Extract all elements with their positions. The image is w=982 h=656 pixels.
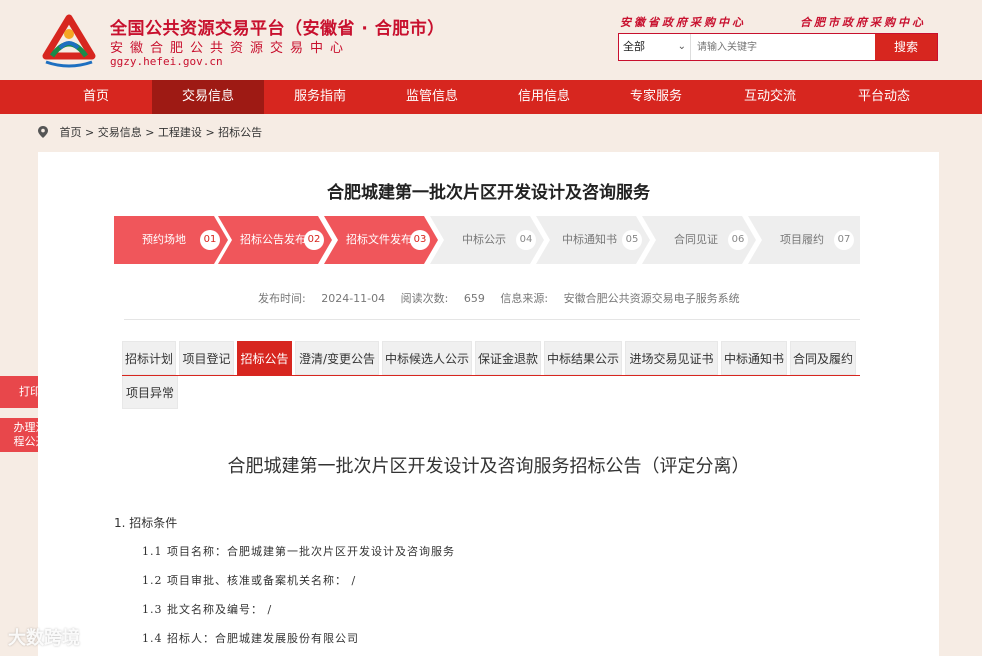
site-header: 全国公共资源交易平台（安徽省 · 合肥市） 安徽合肥公共资源交易中心 ggzy.… (0, 0, 982, 80)
step-1: 预约场地 01 (114, 216, 228, 264)
views-label: 阅读次数: (400, 292, 449, 305)
nav-supervision[interactable]: 监管信息 (376, 80, 488, 114)
article-meta: 发布时间: 2024-11-04 阅读次数: 659 信息来源: 安徽合肥公共资… (258, 290, 752, 306)
step-number: 02 (304, 230, 324, 250)
step-label: 预约场地 (142, 233, 186, 246)
nav-interaction[interactable]: 互动交流 (712, 80, 828, 114)
tab-candidates[interactable]: 中标候选人公示 (382, 341, 472, 375)
document-title: 合肥城建第一批次片区开发设计及咨询服务招标公告（评定分离） (227, 456, 750, 477)
step-number: 03 (410, 230, 430, 250)
tab-result[interactable]: 中标结果公示 (544, 341, 622, 375)
breadcrumb: 首页 > 交易信息 > 工程建设 > 招标公告 (38, 124, 262, 142)
nav-trade-info[interactable]: 交易信息 (152, 80, 264, 114)
list-item: 1.4 招标人：合肥城建发展股份有限公司 (142, 632, 359, 645)
tab-award-notice[interactable]: 中标通知书 (721, 341, 787, 375)
step-label: 招标文件发布 (346, 233, 412, 246)
site-subtitle: 安徽合肥公共资源交易中心 (110, 41, 351, 56)
publish-time-value: 2024-11-04 (321, 292, 386, 305)
breadcrumb-current: 招标公告 (218, 126, 263, 139)
watermark: 大数跨境 (8, 628, 80, 649)
search-input[interactable] (691, 34, 876, 60)
breadcrumb-home[interactable]: 首页 (60, 126, 82, 139)
source-label: 信息来源: (500, 292, 549, 305)
search-scope-select[interactable]: 全部 ⌄ (619, 34, 691, 60)
list-item: 1.2 项目审批、核准或备案机关名称： / (142, 574, 357, 587)
nav-platform-news[interactable]: 平台动态 (828, 80, 940, 114)
project-title: 合肥城建第一批次片区开发设计及咨询服务 (327, 183, 650, 203)
source-value: 安徽合肥公共资源交易电子服务系统 (563, 292, 740, 305)
search-button[interactable]: 搜索 (875, 34, 937, 60)
publish-time-label: 发布时间: (258, 292, 306, 305)
link-province-procurement[interactable]: 安徽省政府采购中心 (620, 14, 746, 30)
step-number: 06 (728, 230, 748, 250)
step-label: 中标公示 (462, 233, 506, 246)
site-url: ggzy.hefei.gov.cn (110, 55, 223, 68)
tabs-underline (122, 375, 860, 376)
breadcrumb-sep: > (145, 126, 158, 139)
site-logo-icon[interactable] (40, 12, 98, 70)
section-heading: 1. 招标条件 (114, 516, 178, 530)
list-item: 1.3 批文名称及编号： / (142, 603, 273, 616)
process-steps: 预约场地 01 招标公告发布 02 招标文件发布 03 中标公示 04 中标通知… (114, 216, 860, 264)
main-nav: 首页 交易信息 服务指南 监管信息 信用信息 专家服务 互动交流 平台动态 (0, 80, 982, 114)
step-number: 01 (200, 230, 220, 250)
nav-credit[interactable]: 信用信息 (488, 80, 600, 114)
search-bar: 全部 ⌄ 搜索 (618, 33, 938, 61)
step-3: 招标文件发布 03 (324, 216, 438, 264)
tab-bid-announcement[interactable]: 招标公告 (237, 341, 292, 375)
breadcrumb-sep: > (205, 126, 219, 139)
nav-home[interactable]: 首页 (40, 80, 152, 114)
list-item: 1.1 项目名称：合肥城建第一批次片区开发设计及咨询服务 (142, 545, 455, 558)
tab-project-registration[interactable]: 项目登记 (179, 341, 234, 375)
step-6: 合同见证 06 (642, 216, 756, 264)
step-number: 05 (622, 230, 642, 250)
step-label: 中标通知书 (562, 233, 617, 246)
content-card: 合肥城建第一批次片区开发设计及咨询服务 预约场地 01 招标公告发布 02 招标… (38, 152, 939, 656)
step-number: 04 (516, 230, 536, 250)
breadcrumb-engineering[interactable]: 工程建设 (158, 126, 202, 139)
step-label: 合同见证 (674, 233, 718, 246)
step-5: 中标通知书 05 (536, 216, 650, 264)
breadcrumb-sep: > (85, 126, 98, 139)
step-label: 项目履约 (780, 233, 824, 246)
step-4: 中标公示 04 (430, 216, 544, 264)
nav-expert[interactable]: 专家服务 (600, 80, 712, 114)
nav-service-guide[interactable]: 服务指南 (264, 80, 376, 114)
step-label: 招标公告发布 (240, 233, 306, 246)
step-7: 项目履约 07 (748, 216, 860, 264)
tab-witness-certificate[interactable]: 进场交易见证书 (625, 341, 718, 375)
breadcrumb-trade-info[interactable]: 交易信息 (98, 126, 142, 139)
tab-contract[interactable]: 合同及履约 (790, 341, 856, 375)
tab-bid-plan[interactable]: 招标计划 (122, 341, 176, 375)
tab-deposit-refund[interactable]: 保证金退款 (475, 341, 541, 375)
location-pin-icon (38, 126, 48, 138)
step-number: 07 (834, 230, 854, 250)
tab-project-exception[interactable]: 项目异常 (122, 375, 178, 409)
step-2: 招标公告发布 02 (218, 216, 332, 264)
tab-clarification[interactable]: 澄清/变更公告 (295, 341, 379, 375)
search-scope-value: 全部 (623, 40, 645, 53)
meta-divider (124, 319, 860, 320)
site-title: 全国公共资源交易平台（安徽省 · 合肥市） (110, 19, 445, 39)
views-value: 659 (463, 292, 485, 305)
chevron-down-icon: ⌄ (677, 41, 686, 52)
link-city-procurement[interactable]: 合肥市政府采购中心 (800, 14, 926, 30)
